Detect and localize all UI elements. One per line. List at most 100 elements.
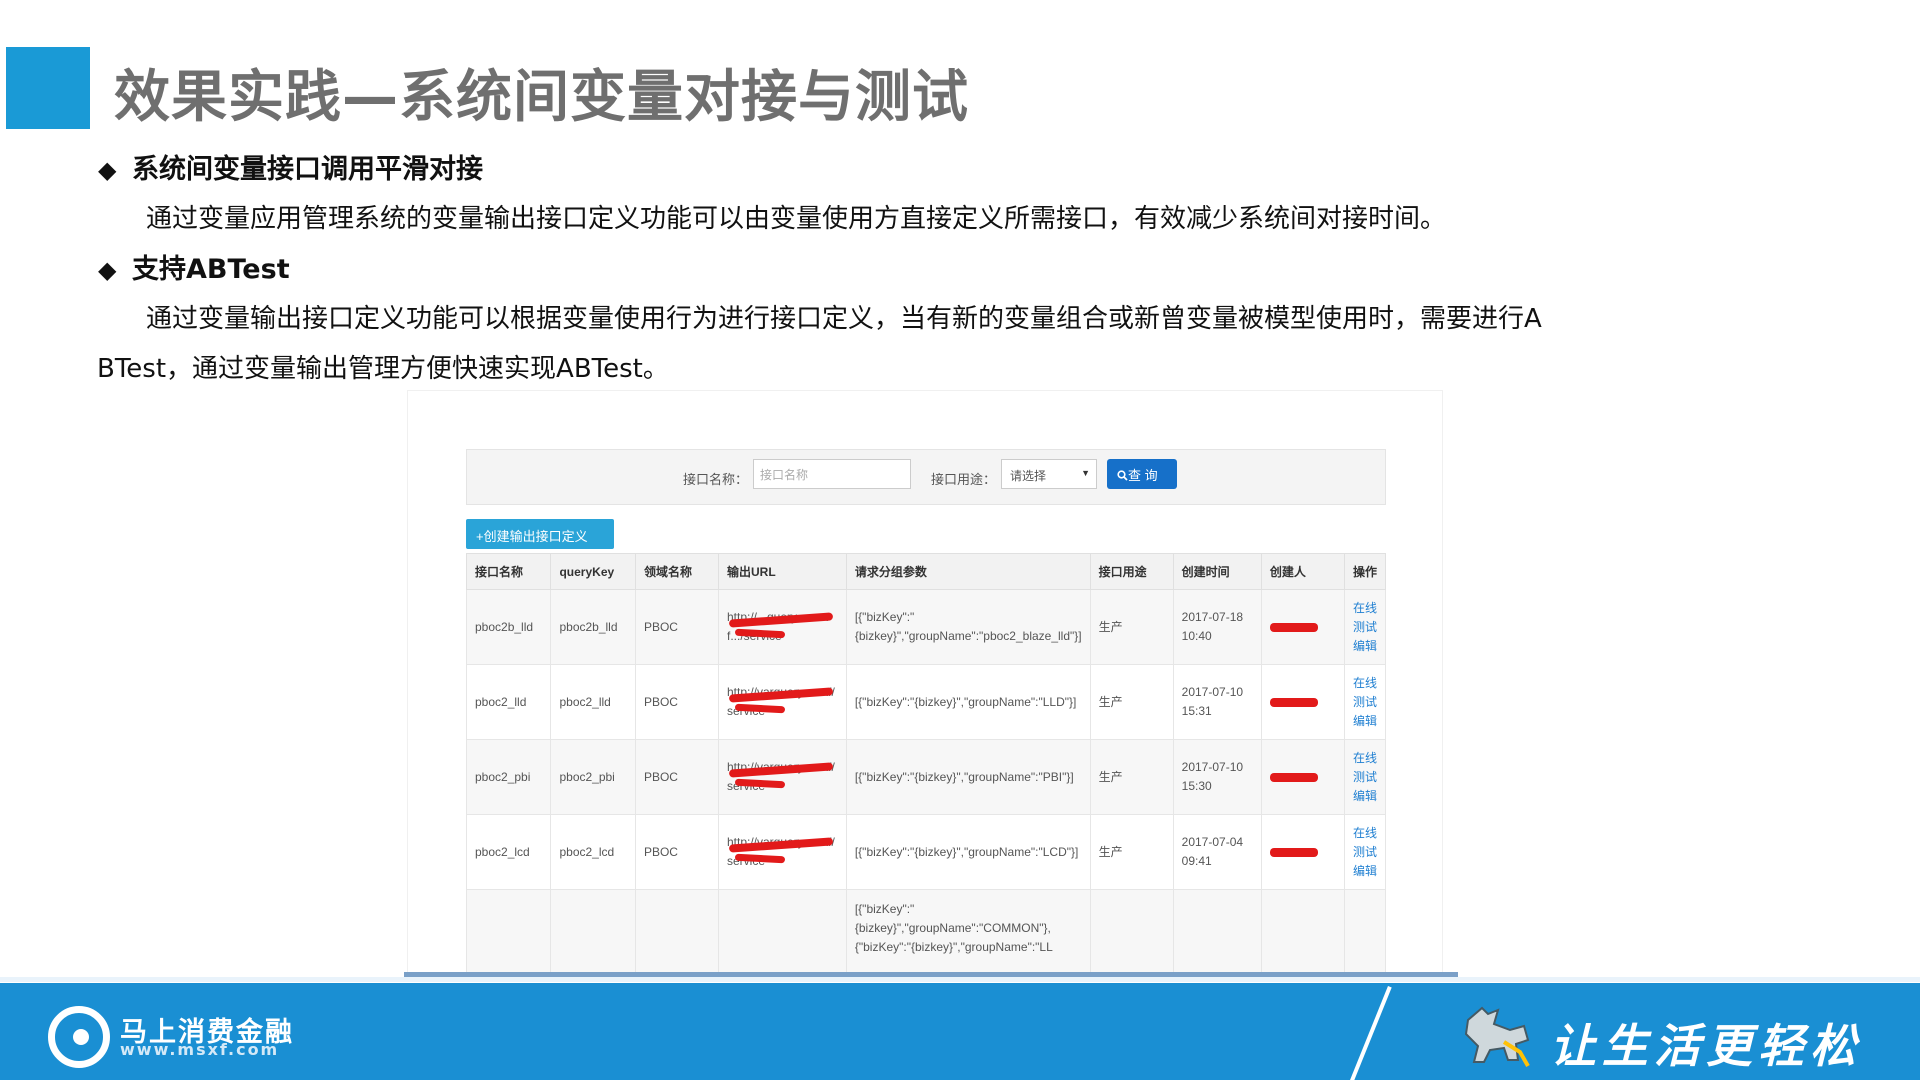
interface-usage-select[interactable]: 请选择 ▼ <box>1001 459 1097 489</box>
horse-mascot-icon <box>1464 1006 1530 1067</box>
cell-params: [{"bizKey":"{bizkey}","groupName":"PBI"}… <box>845 739 1091 815</box>
cell-name: pboc2_pbi <box>465 739 552 815</box>
bullet-heading-2-text: 支持ABTest <box>132 254 290 285</box>
cell-created-time: 2017-07-18 10:40 <box>1172 589 1262 665</box>
cell-url: http://...query...msxf.../service <box>717 589 847 665</box>
cell-usage: 生产 <box>1089 664 1174 740</box>
table-row: pboc2_pbi pboc2_pbi PBOC http://varquery… <box>465 739 1387 815</box>
cell-actions: 在线测试 编辑 <box>1343 814 1387 890</box>
online-test-link[interactable]: 在线测试 <box>1353 749 1377 787</box>
created-clock: 10:40 <box>1181 629 1212 643</box>
diamond-bullet-icon: ◆ <box>98 256 117 284</box>
cell-params: [{"bizKey":"{bizkey}","groupName":"LCD"}… <box>845 814 1091 890</box>
created-date: 2017-07-10 <box>1181 685 1244 699</box>
created-date: 2017-07-10 <box>1181 760 1244 774</box>
column-header: 操作 <box>1343 553 1387 590</box>
cell-domain: PBOC <box>634 589 719 665</box>
cell-actions: 在线测试 编辑 <box>1343 739 1387 815</box>
column-header: 领域名称 <box>634 553 719 590</box>
cell-url <box>717 889 847 972</box>
cell-usage: 生产 <box>1089 589 1174 665</box>
diamond-bullet-icon: ◆ <box>98 156 117 184</box>
cell-params: [{"bizKey":"{bizkey}","groupName":"LLD"}… <box>845 664 1091 740</box>
cell-domain: PBOC <box>634 739 719 815</box>
paragraph-1: 通过变量应用管理系统的变量输出接口定义功能可以由变量使用方直接定义所需接口，有效… <box>146 204 1447 234</box>
cell-created-time: 2017-07-10 15:30 <box>1172 739 1262 815</box>
edit-link[interactable]: 编辑 <box>1353 712 1377 731</box>
cell-creator <box>1260 664 1345 740</box>
online-test-link[interactable]: 在线测试 <box>1353 599 1377 637</box>
cell-actions <box>1343 889 1387 972</box>
paragraph-2-line-2: BTest，通过变量输出管理方便快速实现ABTest。 <box>97 354 669 384</box>
create-output-interface-button[interactable]: +创建输出接口定义 <box>466 519 614 549</box>
cell-actions: 在线测试 编辑 <box>1343 664 1387 740</box>
title-accent-block <box>6 47 90 129</box>
interface-usage-label: 接口用途： <box>931 472 997 487</box>
column-header: 创建人 <box>1260 553 1345 590</box>
table-row: pboc2_lcd pboc2_lcd PBOC http://varquery… <box>465 814 1387 890</box>
bullet-heading-1: ◆ 系统间变量接口调用平滑对接 <box>98 147 483 186</box>
cell-params: [{"bizKey":"{bizkey}","groupName":"COMMO… <box>845 889 1091 972</box>
cell-domain: PBOC <box>634 664 719 740</box>
edit-link[interactable]: 编辑 <box>1353 637 1377 656</box>
cell-name: pboc2b_lld <box>465 589 552 665</box>
cell-name <box>465 889 552 972</box>
interface-name-input[interactable]: 接口名称 <box>753 459 911 489</box>
column-header: 接口名称 <box>465 553 552 590</box>
cell-querykey: pboc2_lld <box>550 664 636 740</box>
redaction-mark <box>1269 772 1318 782</box>
cell-domain <box>634 889 719 972</box>
cell-actions: 在线测试 编辑 <box>1343 589 1387 665</box>
cell-created-time: 2017-07-04 09:41 <box>1172 814 1262 890</box>
redaction-mark <box>1269 697 1318 707</box>
cell-url: http://varquery.msxf/service <box>717 739 847 815</box>
slide-title: 效果实践—系统间变量对接与测试 <box>114 65 969 130</box>
created-clock: 09:41 <box>1181 854 1212 868</box>
cell-usage: 生产 <box>1089 739 1174 815</box>
chevron-down-icon: ▼ <box>1081 468 1090 478</box>
table-row: [{"bizKey":"{bizkey}","groupName":"COMMO… <box>465 889 1387 972</box>
column-header: 接口用途 <box>1089 553 1174 590</box>
online-test-link[interactable]: 在线测试 <box>1353 824 1377 862</box>
edit-link[interactable]: 编辑 <box>1353 862 1377 881</box>
interface-table: 接口名称 queryKey 领域名称 输出URL 请求分组参数 接口用途 创建时… <box>465 553 1387 972</box>
query-button-label: 查 询 <box>1128 468 1158 483</box>
cell-domain: PBOC <box>634 814 719 890</box>
redaction-mark <box>1269 847 1318 857</box>
cell-url: http://varquery.msxf/service <box>717 664 847 740</box>
cell-creator <box>1260 739 1345 815</box>
column-header: 输出URL <box>717 553 847 590</box>
footer-slogan: 让生活更轻松 <box>1550 1019 1862 1073</box>
brand-url: www.msxf.com <box>120 1040 280 1059</box>
cell-creator <box>1260 589 1345 665</box>
cell-created-time: 2017-07-10 15:31 <box>1172 664 1262 740</box>
online-test-link[interactable]: 在线测试 <box>1353 674 1377 712</box>
cell-creator <box>1260 814 1345 890</box>
cell-params: [{"bizKey":"{bizkey}","groupName":"pboc2… <box>845 589 1091 665</box>
brand-logo-icon <box>48 1006 110 1068</box>
bullet-heading-2: ◆ 支持ABTest <box>98 247 290 286</box>
cell-created-time <box>1172 889 1262 972</box>
created-date: 2017-07-04 <box>1181 835 1244 849</box>
table-row: pboc2b_lld pboc2b_lld PBOC http://...que… <box>465 589 1387 665</box>
cell-usage <box>1089 889 1174 972</box>
interface-name-label: 接口名称： <box>683 472 749 487</box>
edit-link[interactable]: 编辑 <box>1353 787 1377 806</box>
cell-querykey: pboc2_lcd <box>550 814 636 890</box>
cell-name: pboc2_lcd <box>465 814 552 890</box>
cell-name: pboc2_lld <box>465 664 552 740</box>
cell-creator <box>1260 889 1345 972</box>
query-button[interactable]: 查 询 <box>1107 459 1177 489</box>
cell-querykey: pboc2b_lld <box>550 589 636 665</box>
footer-divider <box>0 977 1920 982</box>
paragraph-2-line-1: 通过变量输出接口定义功能可以根据变量使用行为进行接口定义，当有新的变量组合或新曾… <box>146 304 1542 334</box>
column-header: queryKey <box>550 553 636 590</box>
column-header: 请求分组参数 <box>845 553 1091 590</box>
cell-usage: 生产 <box>1089 814 1174 890</box>
created-clock: 15:31 <box>1181 704 1212 718</box>
cell-querykey: pboc2_pbi <box>550 739 636 815</box>
created-clock: 15:30 <box>1181 779 1212 793</box>
table-header-row: 接口名称 queryKey 领域名称 输出URL 请求分组参数 接口用途 创建时… <box>465 553 1387 590</box>
interface-usage-value: 请选择 <box>1010 469 1047 483</box>
created-date: 2017-07-18 <box>1181 610 1244 624</box>
